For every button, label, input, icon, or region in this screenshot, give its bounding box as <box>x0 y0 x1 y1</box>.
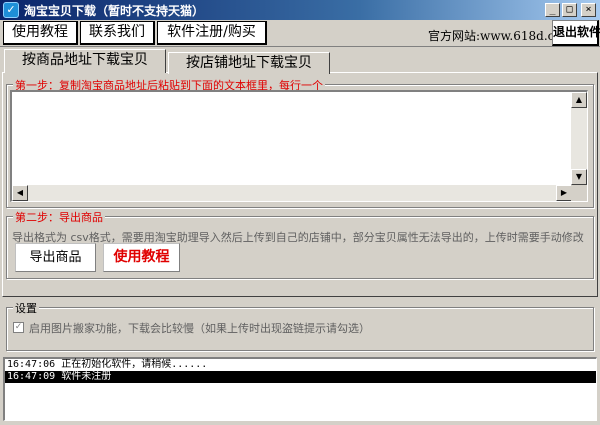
log-list[interactable]: 16:47:06 正在初始化软件，请稍候...... 16:47:09 软件未注… <box>3 357 597 421</box>
title-bar[interactable]: ✓ 淘宝宝贝下载（暂时不支持天猫） _ □ × <box>0 0 600 20</box>
exit-button[interactable]: 退出软件 <box>552 20 600 46</box>
log-row: 16:47:09 软件未注册 <box>5 371 596 383</box>
scroll-right-icon[interactable]: ▶ <box>556 185 572 201</box>
scroll-corner <box>571 185 587 201</box>
vertical-scrollbar[interactable]: ▲ ▼ <box>571 92 587 185</box>
tutorial-button[interactable]: 使用教程 <box>3 21 78 45</box>
toolbar-divider <box>0 46 600 47</box>
window-title: 淘宝宝贝下载（暂时不支持天猫） <box>24 4 205 18</box>
product-url-textarea[interactable]: ▲ ▼ ◀ ▶ <box>10 90 588 202</box>
log-message: 软件未注册 <box>61 371 112 382</box>
log-message: 正在初始化软件，请稍候...... <box>61 359 208 370</box>
scroll-up-icon[interactable]: ▲ <box>571 92 587 108</box>
app-shield-icon: ✓ <box>3 2 19 18</box>
scroll-down-icon[interactable]: ▼ <box>571 169 587 185</box>
export-format-hint: 导出格式为 csv格式，需要用淘宝助理导入然后上传到自己的店铺中，部分宝贝属性无… <box>12 231 584 244</box>
log-time: 16:47:09 <box>7 371 56 382</box>
register-button[interactable]: 软件注册/购买 <box>157 21 267 45</box>
image-move-checkbox[interactable]: ✓ <box>13 322 24 333</box>
usage-tutorial-button[interactable]: 使用教程 <box>103 243 180 272</box>
log-row: 16:47:06 正在初始化软件，请稍候...... <box>5 359 596 371</box>
image-move-label[interactable]: 启用图片搬家功能，下载会比较慢（如果上传时出现盗链提示请勾选） <box>29 320 370 336</box>
horizontal-scrollbar[interactable]: ◀ ▶ <box>12 185 572 201</box>
contact-button[interactable]: 联系我们 <box>80 21 155 45</box>
tab-by-shop-url[interactable]: 按店铺地址下载宝贝 <box>168 52 330 74</box>
maximize-icon[interactable]: □ <box>562 3 577 17</box>
step2-legend: 第二步：导出商品 <box>13 209 105 225</box>
close-icon[interactable]: × <box>581 3 596 17</box>
export-products-button[interactable]: 导出商品 <box>15 243 96 272</box>
scroll-left-icon[interactable]: ◀ <box>12 185 28 201</box>
minimize-icon[interactable]: _ <box>545 3 560 17</box>
log-time: 16:47:06 <box>7 359 56 370</box>
settings-legend: 设置 <box>13 300 39 316</box>
tab-by-product-url[interactable]: 按商品地址下载宝贝 <box>4 49 166 73</box>
